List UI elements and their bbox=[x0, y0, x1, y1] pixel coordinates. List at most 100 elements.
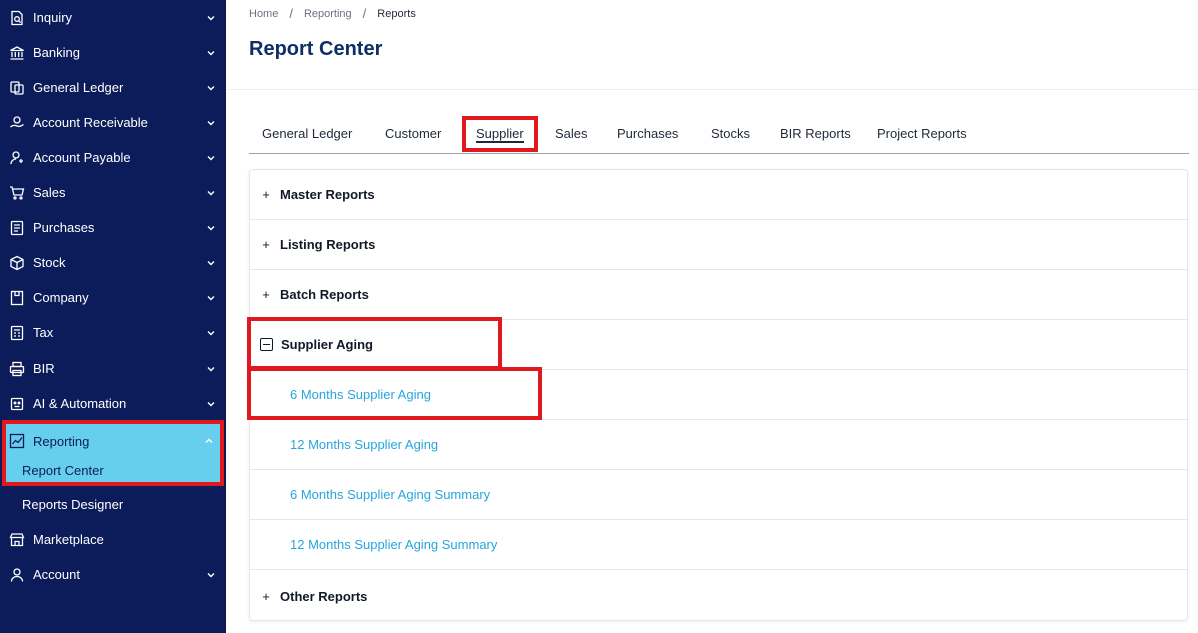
sidebar-item-reports-designer[interactable]: Reports Designer bbox=[0, 487, 226, 522]
breadcrumb-reports: Reports bbox=[377, 7, 416, 20]
shopping-cart-icon bbox=[8, 184, 26, 202]
report-category-tabs: General Ledger Customer Supplier Sales P… bbox=[249, 116, 1189, 154]
sidebar-item-label: AI & Automation bbox=[33, 396, 127, 411]
plus-icon: + bbox=[262, 287, 270, 302]
breadcrumb: Home / Reporting / Reports bbox=[249, 6, 416, 21]
building-icon bbox=[8, 289, 26, 307]
user-icon bbox=[8, 566, 26, 584]
plus-icon: + bbox=[262, 237, 270, 252]
sidebar-item-label: Reporting bbox=[33, 433, 90, 449]
section-other-reports[interactable]: + Other Reports bbox=[250, 571, 1187, 620]
line-chart-icon bbox=[8, 432, 26, 450]
chevron-down-icon bbox=[206, 328, 216, 338]
tab-general-ledger[interactable]: General Ledger bbox=[262, 116, 352, 152]
plus-icon: + bbox=[262, 588, 270, 604]
sidebar-item-marketplace[interactable]: Marketplace bbox=[0, 522, 226, 557]
tab-label: Supplier bbox=[476, 126, 524, 143]
tab-project-reports[interactable]: Project Reports bbox=[877, 116, 967, 152]
breadcrumb-separator: / bbox=[362, 6, 367, 21]
sidebar-reporting-highlight: Reporting Report Center bbox=[2, 420, 224, 486]
chevron-down-icon bbox=[206, 188, 216, 198]
sidebar-item-label: Purchases bbox=[33, 220, 95, 235]
list-item: 6 Months Supplier Aging bbox=[250, 370, 1187, 420]
chevron-down-icon bbox=[206, 570, 216, 580]
chevron-down-icon bbox=[206, 223, 216, 233]
report-accordion: + Master Reports + Listing Reports + Bat… bbox=[249, 169, 1188, 621]
breadcrumb-reporting[interactable]: Reporting bbox=[304, 8, 352, 20]
printer-icon bbox=[8, 360, 26, 378]
sidebar-item-account-payable[interactable]: Account Payable bbox=[0, 140, 226, 175]
chevron-down-icon bbox=[206, 13, 216, 23]
chevron-down-icon bbox=[206, 258, 216, 268]
chevron-down-icon bbox=[206, 399, 216, 409]
report-link-12-months-supplier-aging[interactable]: 12 Months Supplier Aging bbox=[250, 437, 438, 452]
tab-customer[interactable]: Customer bbox=[385, 116, 441, 152]
report-link-12-months-supplier-aging-summary[interactable]: 12 Months Supplier Aging Summary bbox=[250, 537, 497, 552]
section-supplier-aging[interactable]: Supplier Aging bbox=[250, 320, 1187, 370]
plus-icon: + bbox=[262, 187, 270, 202]
sidebar-item-stock[interactable]: Stock bbox=[0, 245, 226, 280]
section-label: Master Reports bbox=[280, 187, 375, 202]
sidebar-item-ai-automation[interactable]: AI & Automation bbox=[0, 386, 226, 421]
sidebar-item-label: Reports Designer bbox=[22, 497, 124, 512]
sidebar-item-purchases[interactable]: Purchases bbox=[0, 210, 226, 245]
section-label: Batch Reports bbox=[280, 287, 369, 302]
sidebar-item-label: Sales bbox=[33, 185, 66, 200]
sidebar-item-sales[interactable]: Sales bbox=[0, 175, 226, 210]
chevron-down-icon bbox=[206, 48, 216, 58]
report-link-6-months-supplier-aging-summary[interactable]: 6 Months Supplier Aging Summary bbox=[250, 487, 490, 502]
sidebar-item-bir[interactable]: BIR bbox=[0, 351, 226, 386]
tab-sales[interactable]: Sales bbox=[555, 116, 588, 152]
breadcrumb-separator: / bbox=[289, 6, 293, 21]
tab-supplier[interactable]: Supplier bbox=[462, 116, 538, 152]
section-batch-reports[interactable]: + Batch Reports bbox=[250, 270, 1187, 320]
search-document-icon bbox=[8, 9, 26, 27]
list-item: 12 Months Supplier Aging Summary bbox=[250, 520, 1187, 570]
chevron-down-icon bbox=[206, 153, 216, 163]
breadcrumb-home[interactable]: Home bbox=[249, 8, 278, 20]
sidebar: Inquiry Banking General Ledger Account R… bbox=[0, 0, 226, 633]
tab-stocks[interactable]: Stocks bbox=[711, 116, 750, 152]
section-label: Listing Reports bbox=[280, 237, 376, 252]
chevron-down-icon bbox=[206, 83, 216, 93]
sidebar-item-report-center[interactable]: Report Center bbox=[22, 463, 104, 478]
section-label: Supplier Aging bbox=[281, 337, 373, 352]
sidebar-item-tax[interactable]: Tax bbox=[0, 315, 226, 350]
sidebar-item-label: Banking bbox=[33, 45, 80, 60]
sidebar-item-account-receivable[interactable]: Account Receivable bbox=[0, 105, 226, 140]
chevron-down-icon bbox=[206, 118, 216, 128]
section-label: Other Reports bbox=[280, 588, 368, 604]
ledger-icon bbox=[8, 79, 26, 97]
sidebar-item-banking[interactable]: Banking bbox=[0, 35, 226, 70]
section-master-reports[interactable]: + Master Reports bbox=[250, 170, 1187, 220]
sidebar-item-label: Account Payable bbox=[33, 150, 131, 165]
receipt-icon bbox=[8, 219, 26, 237]
sidebar-item-company[interactable]: Company bbox=[0, 280, 226, 315]
sidebar-item-label: Tax bbox=[33, 325, 54, 340]
tab-bir-reports[interactable]: BIR Reports bbox=[780, 116, 851, 152]
cube-icon bbox=[8, 254, 26, 272]
hand-money-icon bbox=[8, 114, 26, 132]
divider bbox=[228, 89, 1198, 90]
tax-document-icon bbox=[8, 324, 26, 342]
sidebar-item-label: Account Receivable bbox=[33, 115, 148, 130]
report-link-6-months-supplier-aging[interactable]: 6 Months Supplier Aging bbox=[250, 387, 431, 402]
store-icon bbox=[8, 531, 26, 549]
page-title: Report Center bbox=[249, 38, 383, 60]
sidebar-item-general-ledger[interactable]: General Ledger bbox=[0, 70, 226, 105]
bank-icon bbox=[8, 44, 26, 62]
minus-square-icon bbox=[260, 338, 273, 351]
sidebar-item-account[interactable]: Account bbox=[0, 557, 226, 592]
list-item: 12 Months Supplier Aging bbox=[250, 420, 1187, 470]
sidebar-item-label: Account bbox=[33, 567, 80, 582]
sidebar-item-label: General Ledger bbox=[33, 80, 124, 95]
section-listing-reports[interactable]: + Listing Reports bbox=[250, 220, 1187, 270]
tab-purchases[interactable]: Purchases bbox=[617, 116, 678, 152]
sidebar-item-reporting[interactable]: Reporting bbox=[6, 424, 220, 458]
sidebar-item-label: Marketplace bbox=[33, 532, 104, 547]
sidebar-item-label: Stock bbox=[33, 255, 66, 270]
sidebar-item-inquiry[interactable]: Inquiry bbox=[0, 0, 226, 35]
chevron-down-icon bbox=[206, 293, 216, 303]
sidebar-item-label: BIR bbox=[33, 361, 55, 376]
sidebar-item-label: Company bbox=[33, 290, 89, 305]
